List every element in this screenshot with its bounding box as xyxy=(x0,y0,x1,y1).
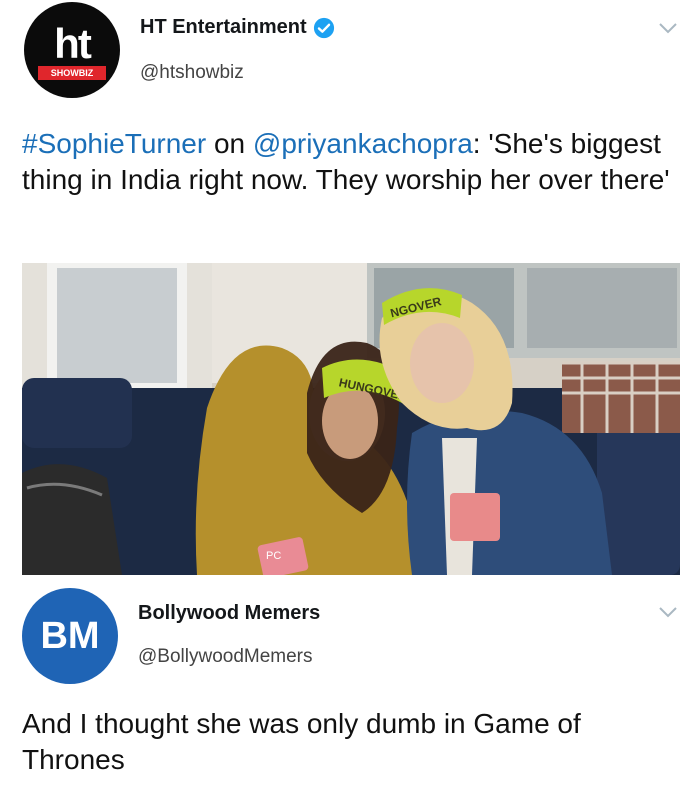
tweet2-name-row: Bollywood Memers xyxy=(138,602,320,625)
ht-logo-subtext: SHOWBIZ xyxy=(38,66,106,80)
chevron-down-icon[interactable] xyxy=(658,22,678,34)
flask-text: PC xyxy=(266,550,281,562)
tweet1-text-part: on xyxy=(206,128,253,159)
chevron-down-icon[interactable] xyxy=(658,606,678,618)
tweet1-photo[interactable]: HUNGOVER NGOVER PC xyxy=(22,263,680,575)
hashtag-link[interactable]: #SophieTurner xyxy=(22,128,206,159)
tweet1-author-handle[interactable]: @htshowbiz xyxy=(140,62,244,84)
bm-avatar[interactable]: BM xyxy=(22,588,118,684)
tweet2-author-handle[interactable]: @BollywoodMemers xyxy=(138,646,313,668)
ht-logo-text: ht xyxy=(54,20,92,67)
tweet1-text: #SophieTurner on @priyankachopra: 'She's… xyxy=(22,126,682,198)
mention-link[interactable]: @priyankachopra xyxy=(253,128,473,159)
photo-illustration: HUNGOVER NGOVER PC xyxy=(22,263,680,575)
ht-avatar[interactable]: ht SHOWBIZ xyxy=(24,2,120,98)
verified-badge-icon xyxy=(313,17,334,38)
tweet1-name-row: HT Entertainment xyxy=(140,16,335,39)
tweet2-text: And I thought she was only dumb in Game … xyxy=(22,708,581,775)
tweet1-author-name[interactable]: HT Entertainment xyxy=(140,16,307,39)
tweet2-author-name[interactable]: Bollywood Memers xyxy=(138,602,320,625)
